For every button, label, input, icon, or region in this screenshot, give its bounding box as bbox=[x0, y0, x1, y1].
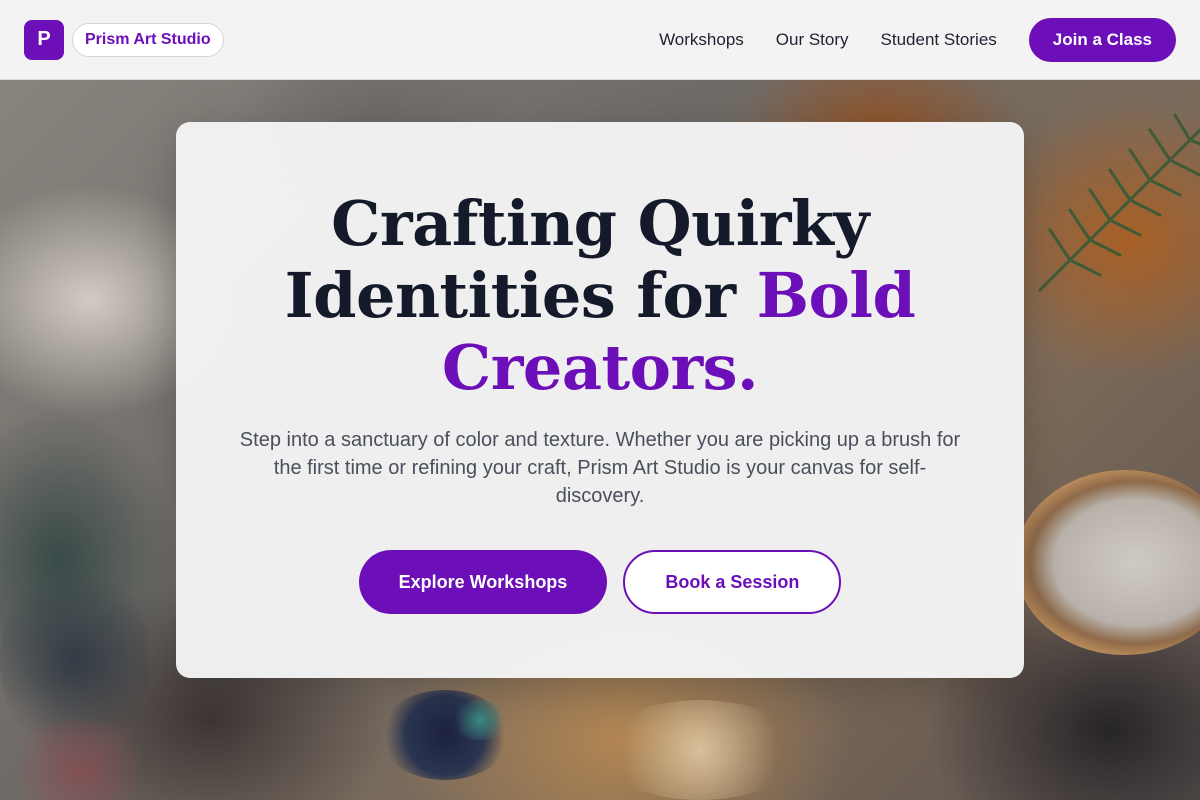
hero-actions: Explore Workshops Book a Session bbox=[358, 550, 842, 614]
headline-accent-creators: Creators. bbox=[441, 331, 759, 404]
nav-link-student-stories[interactable]: Student Stories bbox=[881, 30, 997, 50]
nav-link-workshops[interactable]: Workshops bbox=[659, 30, 744, 50]
explore-workshops-button[interactable]: Explore Workshops bbox=[358, 550, 608, 614]
hero-lead-text: Step into a sanctuary of color and textu… bbox=[239, 429, 961, 507]
nav-link-our-story[interactable]: Our Story bbox=[776, 30, 849, 50]
rosemary-branch bbox=[1038, 113, 1200, 292]
headline-line-2: Identities for bbox=[284, 259, 757, 332]
join-class-button[interactable]: Join a Class bbox=[1028, 17, 1176, 62]
headline-line-1: Crafting Quirky bbox=[331, 187, 869, 260]
book-session-button[interactable]: Book a Session bbox=[623, 550, 842, 614]
paint-blob bbox=[600, 700, 800, 800]
hero-card: Crafting Quirky Identities for Bold Crea… bbox=[176, 122, 1024, 678]
logo-icon[interactable]: P bbox=[24, 19, 64, 60]
paint-blob bbox=[450, 700, 510, 740]
main-nav: Workshops Our Story Student Stories Join… bbox=[659, 17, 1176, 62]
paint-bowl bbox=[1015, 470, 1200, 655]
site-header: P Prism Art Studio Workshops Our Story S… bbox=[0, 0, 1200, 80]
hero-headline: Crafting Quirky Identities for Bold Crea… bbox=[285, 188, 916, 404]
headline-accent-bold: Bold bbox=[756, 259, 916, 332]
brand-name[interactable]: Prism Art Studio bbox=[72, 22, 224, 57]
